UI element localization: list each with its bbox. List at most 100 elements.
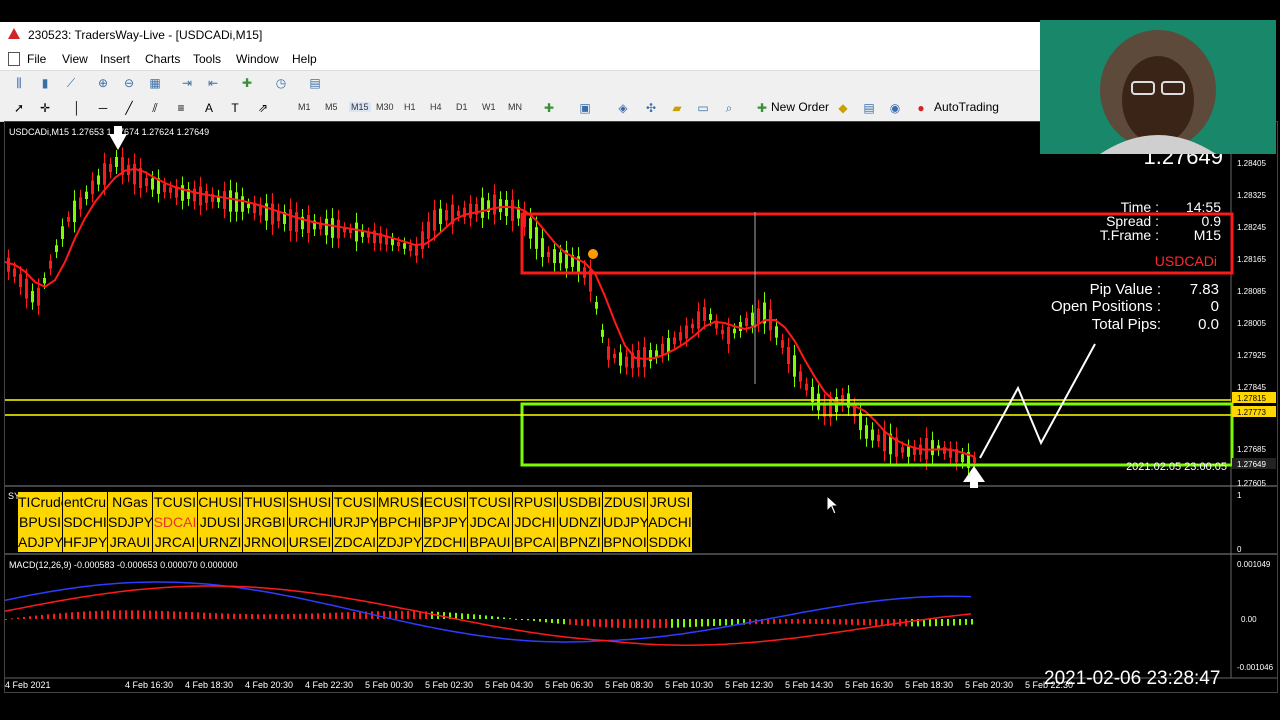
templates-icon[interactable]: ▤ bbox=[308, 76, 322, 90]
options-icon[interactable]: ▤ bbox=[862, 101, 876, 115]
market-watch-icon[interactable]: ◈ bbox=[616, 101, 630, 115]
symbol-cell[interactable]: URCHI bbox=[288, 512, 333, 532]
document-icon[interactable] bbox=[8, 52, 20, 66]
tf-w1[interactable]: W1 bbox=[482, 102, 496, 112]
periods-icon[interactable]: ◷ bbox=[274, 76, 288, 90]
indicators-icon[interactable]: ✚ bbox=[240, 76, 254, 90]
candlestick-icon[interactable]: ▮ bbox=[38, 76, 52, 90]
symbol-cell[interactable]: RPUSI bbox=[513, 492, 558, 512]
new-order-button[interactable]: New Order bbox=[771, 100, 829, 114]
menu-window[interactable]: Window bbox=[236, 52, 279, 66]
symbol-cell[interactable]: ZDCAI bbox=[333, 532, 378, 552]
menu-charts[interactable]: Charts bbox=[145, 52, 180, 66]
symbol-cell[interactable]: SDCHI bbox=[63, 512, 108, 532]
symbol-cell[interactable]: BPJPY bbox=[423, 512, 468, 532]
symbol-cell[interactable]: JRUSI bbox=[648, 492, 693, 512]
text-icon[interactable]: A bbox=[202, 101, 216, 115]
zoom-out-icon[interactable]: ⊖ bbox=[122, 76, 136, 90]
symbol-cell[interactable]: TCUSI bbox=[333, 492, 378, 512]
vertical-line-icon[interactable]: │ bbox=[70, 101, 84, 115]
symbol-cell[interactable]: CHUSI bbox=[198, 492, 243, 512]
symbol-cell[interactable]: HFJPY bbox=[63, 532, 108, 552]
symbol-cell[interactable]: URJPY bbox=[333, 512, 378, 532]
symbol-cell[interactable]: SDJPY bbox=[108, 512, 153, 532]
line-chart-icon[interactable]: ⟋ bbox=[64, 76, 78, 90]
menu-file[interactable]: File bbox=[27, 52, 46, 66]
symbol-cell[interactable]: JDCHI bbox=[513, 512, 558, 532]
zoom-in-icon[interactable]: ⊕ bbox=[96, 76, 110, 90]
menu-insert[interactable]: Insert bbox=[100, 52, 130, 66]
tf-m15[interactable]: M15 bbox=[349, 102, 371, 112]
cursor-icon[interactable]: ➚ bbox=[12, 101, 26, 115]
new-chart-icon[interactable]: ✚ bbox=[542, 101, 556, 115]
symbol-cell[interactable]: BPNZI bbox=[558, 532, 603, 552]
crosshair-icon[interactable]: ✛ bbox=[38, 101, 52, 115]
symbol-cell[interactable]: TCUSI bbox=[153, 492, 198, 512]
tf-m30[interactable]: M30 bbox=[376, 102, 394, 112]
symbol-cell[interactable]: SDDKI bbox=[648, 532, 693, 552]
tf-m5[interactable]: M5 bbox=[325, 102, 338, 112]
symbol-cell[interactable]: entCru bbox=[63, 492, 108, 512]
symbol-cell[interactable]: ADCHI bbox=[648, 512, 693, 532]
tile-windows-icon[interactable]: ▦ bbox=[148, 76, 162, 90]
symbol-cell[interactable]: ZDJPY bbox=[378, 532, 423, 552]
tf-h1[interactable]: H1 bbox=[404, 102, 416, 112]
menu-tools[interactable]: Tools bbox=[193, 52, 221, 66]
symbol-cell[interactable]: URNZI bbox=[198, 532, 243, 552]
chart-window[interactable]: USDCADi,M15 1.27653 1.27674 1.27624 1.27… bbox=[4, 121, 1278, 693]
symbol-cell[interactable]: BPCAI bbox=[513, 532, 558, 552]
symbol-cell[interactable]: TICrude bbox=[18, 492, 63, 512]
horizontal-line-icon[interactable]: ─ bbox=[96, 101, 110, 115]
profiles-icon[interactable]: ▣ bbox=[578, 101, 592, 115]
new-order-icon[interactable]: ✚ bbox=[755, 101, 769, 115]
symbol-cell[interactable]: JDUSI bbox=[198, 512, 243, 532]
symbol-cell[interactable]: JRGBI bbox=[243, 512, 288, 532]
symbol-cell[interactable]: BPCHI bbox=[378, 512, 423, 532]
symbol-cell[interactable]: BPAUI bbox=[468, 532, 513, 552]
metaeditor-icon[interactable]: ◆ bbox=[836, 101, 850, 115]
candle-body bbox=[37, 287, 40, 306]
label-icon[interactable]: T bbox=[228, 101, 242, 115]
symbol-cell[interactable]: URSEI bbox=[288, 532, 333, 552]
tester-icon[interactable]: ⌕ bbox=[722, 101, 736, 115]
data-window-icon[interactable]: ▰ bbox=[670, 101, 684, 115]
symbol-cell[interactable]: ZDUSI bbox=[603, 492, 648, 512]
symbol-cell[interactable]: JDCAI bbox=[468, 512, 513, 532]
tf-h4[interactable]: H4 bbox=[430, 102, 442, 112]
symbol-cell[interactable]: BPNOI bbox=[603, 532, 648, 552]
autotrading-button[interactable]: AutoTrading bbox=[934, 100, 999, 114]
bar-chart-icon[interactable]: ⫼ bbox=[12, 76, 26, 90]
symbol-cell[interactable]: THUSI bbox=[243, 492, 288, 512]
arrows-icon[interactable]: ⇗ bbox=[256, 101, 270, 115]
trendline-icon[interactable]: ╱ bbox=[122, 101, 136, 115]
tf-m1[interactable]: M1 bbox=[298, 102, 311, 112]
symbol-cell[interactable]: JRCAI bbox=[153, 532, 198, 552]
fibonacci-icon[interactable]: ≡ bbox=[174, 101, 188, 115]
symbol-cell[interactable]: UDJPY bbox=[603, 512, 648, 532]
price-chart[interactable]: USDCADi,M15 1.27653 1.27674 1.27624 1.27… bbox=[4, 122, 1277, 692]
symbol-cell[interactable]: TCUSI bbox=[468, 492, 513, 512]
tf-mn[interactable]: MN bbox=[508, 102, 522, 112]
autotrading-icon[interactable]: ● bbox=[914, 101, 928, 115]
navigator-icon[interactable]: ✣ bbox=[644, 101, 658, 115]
symbol-cell[interactable]: USDBI bbox=[558, 492, 603, 512]
symbol-cell[interactable]: SDCAI bbox=[153, 512, 198, 532]
symbol-cell[interactable]: SHUSI bbox=[288, 492, 333, 512]
signals-icon[interactable]: ◉ bbox=[888, 101, 902, 115]
symbol-cell[interactable]: UDNZI bbox=[558, 512, 603, 532]
symbol-cell[interactable]: BPUSI bbox=[18, 512, 63, 532]
symbol-cell[interactable]: ZDCHI bbox=[423, 532, 468, 552]
symbol-cell[interactable]: ECUSI bbox=[423, 492, 468, 512]
symbol-cell[interactable]: JRNOI bbox=[243, 532, 288, 552]
menu-view[interactable]: View bbox=[62, 52, 88, 66]
symbol-cell[interactable]: NGas bbox=[108, 492, 153, 512]
symbol-cell[interactable]: MRUSI bbox=[378, 492, 423, 512]
autoscroll-icon[interactable]: ⇤ bbox=[206, 76, 220, 90]
channel-icon[interactable]: ⫽ bbox=[148, 101, 162, 115]
menu-help[interactable]: Help bbox=[292, 52, 317, 66]
tf-d1[interactable]: D1 bbox=[456, 102, 468, 112]
chart-shift-icon[interactable]: ⇥ bbox=[180, 76, 194, 90]
symbol-cell[interactable]: ADJPY bbox=[18, 532, 63, 552]
symbol-cell[interactable]: JRAUI bbox=[108, 532, 153, 552]
terminal-icon[interactable]: ▭ bbox=[696, 101, 710, 115]
